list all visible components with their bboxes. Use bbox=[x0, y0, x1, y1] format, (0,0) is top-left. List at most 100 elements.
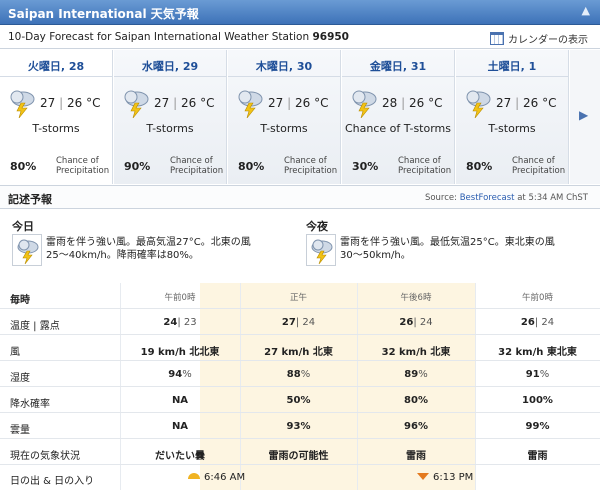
source-note: Source: BestForecast at 5:34 AM ChST bbox=[424, 193, 588, 203]
forecast-subheader: 10-Day Forecast for Saipan International… bbox=[0, 25, 600, 49]
window-title: Saipan International 天気予報 bbox=[8, 7, 199, 21]
calendar-icon bbox=[490, 32, 504, 45]
tonight-text-line1: 雷雨を伴う強い風。最低気温25°C。東北東の風 bbox=[340, 237, 555, 248]
row-value: 19 km/h 北北東 bbox=[140, 347, 220, 358]
sun-label: 日の出 & 日の入り bbox=[10, 476, 95, 487]
description-header: 記述予報 Source: BestForecast at 5:34 AM ChS… bbox=[0, 185, 600, 209]
today-forecast: 今日 雷雨を伴う強い風。最高気温27°C。北東の風 25〜40km/h。降雨確率… bbox=[12, 218, 292, 266]
row-label: 現在の気象状況 bbox=[10, 451, 80, 462]
daily-forecast-strip: 火曜日, 28 27 | 26 °C T-storms 80% Chance of Pre… bbox=[0, 50, 600, 184]
precip-percent: 80% bbox=[10, 160, 37, 173]
thunderstorm-icon bbox=[236, 88, 264, 119]
today-title: 今日 bbox=[12, 220, 34, 233]
description-heading: 記述予報 bbox=[8, 193, 52, 206]
day-temperature: 27 | 26 °C bbox=[496, 96, 557, 110]
hourly-time: 正午 bbox=[289, 293, 307, 303]
row-value: 96% bbox=[404, 421, 428, 432]
tonight-forecast: 今夜 雷雨を伴う強い風。最低気温25°C。東北東の風 30〜50km/h。 bbox=[306, 218, 596, 266]
sunset: 6:13 PM bbox=[417, 472, 473, 483]
thunderstorm-icon bbox=[122, 88, 150, 119]
sunrise: 6:46 AM bbox=[188, 472, 245, 483]
sunrise-icon bbox=[188, 473, 200, 479]
precip-percent: 80% bbox=[238, 160, 265, 173]
hourly-time: 午後6時 bbox=[400, 293, 432, 303]
sun-row: 日の出 & 日の入り 6:46 AM 6:13 PM bbox=[0, 465, 600, 489]
tonight-title: 今夜 bbox=[306, 220, 328, 233]
day-condition: T-storms bbox=[488, 122, 536, 135]
day-condition: Chance of T-storms bbox=[344, 122, 451, 135]
precip-label: Chance of Precipitation bbox=[398, 156, 452, 176]
row-value: 91% bbox=[525, 369, 550, 380]
day-condition: T-storms bbox=[260, 122, 308, 135]
precip-percent: 30% bbox=[352, 160, 379, 173]
source-link[interactable]: BestForecast bbox=[460, 193, 515, 203]
day-name: 火曜日, 28 bbox=[27, 60, 85, 73]
hourly-row: 雲量 NA 93% 96% 99% bbox=[0, 413, 600, 439]
day-temperature: 27 | 26 °C bbox=[268, 96, 329, 110]
thunderstorm-icon bbox=[350, 88, 378, 119]
sunset-icon bbox=[417, 473, 429, 480]
hourly-time: 午前0時 bbox=[164, 293, 196, 303]
row-value: 80% bbox=[404, 395, 428, 406]
hourly-header-label: 毎時 bbox=[10, 295, 30, 306]
today-text-line2: 25〜40km/h。降雨確率は80%。 bbox=[46, 250, 199, 261]
day-column-4[interactable]: 土曜日, 1 27 | 26 °C T-storms 80% Chance of Prec… bbox=[456, 50, 569, 184]
calendar-link[interactable]: カレンダーの表示 bbox=[490, 31, 588, 46]
hourly-header-row: 毎時 午前0時 正午 午後6時 午前0時 bbox=[0, 283, 600, 309]
precip-percent: 90% bbox=[124, 160, 151, 173]
day-name: 土曜日, 1 bbox=[487, 60, 537, 73]
tonight-text-line2: 30〜50km/h。 bbox=[340, 250, 411, 261]
day-name: 金曜日, 31 bbox=[369, 60, 427, 73]
day-temperature: 27 | 26 °C bbox=[154, 96, 215, 110]
day-column-2[interactable]: 木曜日, 30 27 | 26 °C T-storms 80% Chance of Pre… bbox=[228, 50, 341, 184]
row-value: 32 km/h 北東 bbox=[381, 347, 451, 358]
day-column-1[interactable]: 水曜日, 29 27 | 26 °C T-storms 90% Chance of Pre… bbox=[114, 50, 227, 184]
row-value: 雷雨の可能性 bbox=[268, 451, 329, 462]
row-value: NA bbox=[171, 395, 189, 406]
row-value: 99% bbox=[525, 421, 550, 432]
row-value: 93% bbox=[286, 421, 311, 432]
station-id: 96950 bbox=[312, 31, 349, 43]
row-value: 27| 24 bbox=[281, 317, 316, 328]
day-condition: T-storms bbox=[32, 122, 80, 135]
row-label: 風 bbox=[10, 347, 20, 358]
row-value: 24| 23 bbox=[163, 317, 197, 328]
hourly-row: 現在の気象状況 だいたい曇 雷雨の可能性 雷雨 雷雨 bbox=[0, 439, 600, 465]
row-label: 温度 | 露点 bbox=[10, 321, 60, 332]
collapse-icon[interactable]: ▲ bbox=[582, 4, 590, 17]
day-column-3[interactable]: 金曜日, 31 28 | 26 °C Chance of T-storms 30% Ch… bbox=[342, 50, 455, 184]
row-value: 雷雨 bbox=[406, 451, 426, 462]
row-value: 27 km/h 北東 bbox=[264, 347, 333, 358]
hourly-time: 午前0時 bbox=[522, 293, 553, 303]
hourly-row: 温度 | 露点 24| 23 27| 24 26| 24 26| 24 bbox=[0, 309, 600, 335]
precip-label: Chance of Precipitation bbox=[170, 156, 224, 176]
thunderstorm-icon bbox=[12, 234, 42, 266]
window-titlebar: Saipan International 天気予報 ▲ bbox=[0, 0, 600, 25]
row-label: 湿度 bbox=[10, 373, 30, 384]
row-value: 26| 24 bbox=[399, 317, 433, 328]
row-value: だいたい曇 bbox=[155, 451, 205, 462]
row-value: 50% bbox=[286, 395, 311, 406]
row-label: 降水確率 bbox=[10, 399, 50, 410]
precip-percent: 80% bbox=[466, 160, 493, 173]
row-value: 26| 24 bbox=[520, 317, 555, 328]
precip-label: Chance of Precipitation bbox=[56, 156, 110, 176]
day-column-0[interactable]: 火曜日, 28 27 | 26 °C T-storms 80% Chance of Pre… bbox=[0, 50, 113, 184]
chevron-right-icon: ▶ bbox=[579, 108, 589, 122]
day-temperature: 28 | 26 °C bbox=[382, 96, 443, 110]
thunderstorm-icon bbox=[306, 234, 336, 266]
thunderstorm-icon bbox=[464, 88, 492, 119]
forecast-heading: 10-Day Forecast for Saipan International… bbox=[8, 31, 349, 43]
day-name: 木曜日, 30 bbox=[255, 60, 313, 73]
row-value: 88% bbox=[286, 369, 311, 380]
hourly-row: 湿度 94% 88% 89% 91% bbox=[0, 361, 600, 387]
next-days-button[interactable]: ▶ bbox=[570, 50, 600, 184]
row-value: NA bbox=[171, 421, 189, 432]
hourly-row: 風 19 km/h 北北東 27 km/h 北東 32 km/h 北東 32 km/h … bbox=[0, 335, 600, 361]
day-name: 水曜日, 29 bbox=[141, 60, 199, 73]
day-temperature: 27 | 26 °C bbox=[40, 96, 101, 110]
row-value: 89% bbox=[404, 369, 428, 380]
thunderstorm-icon bbox=[8, 88, 36, 119]
row-value: 雷雨 bbox=[527, 451, 548, 462]
hourly-row: 降水確率 NA 50% 80% 100% bbox=[0, 387, 600, 413]
